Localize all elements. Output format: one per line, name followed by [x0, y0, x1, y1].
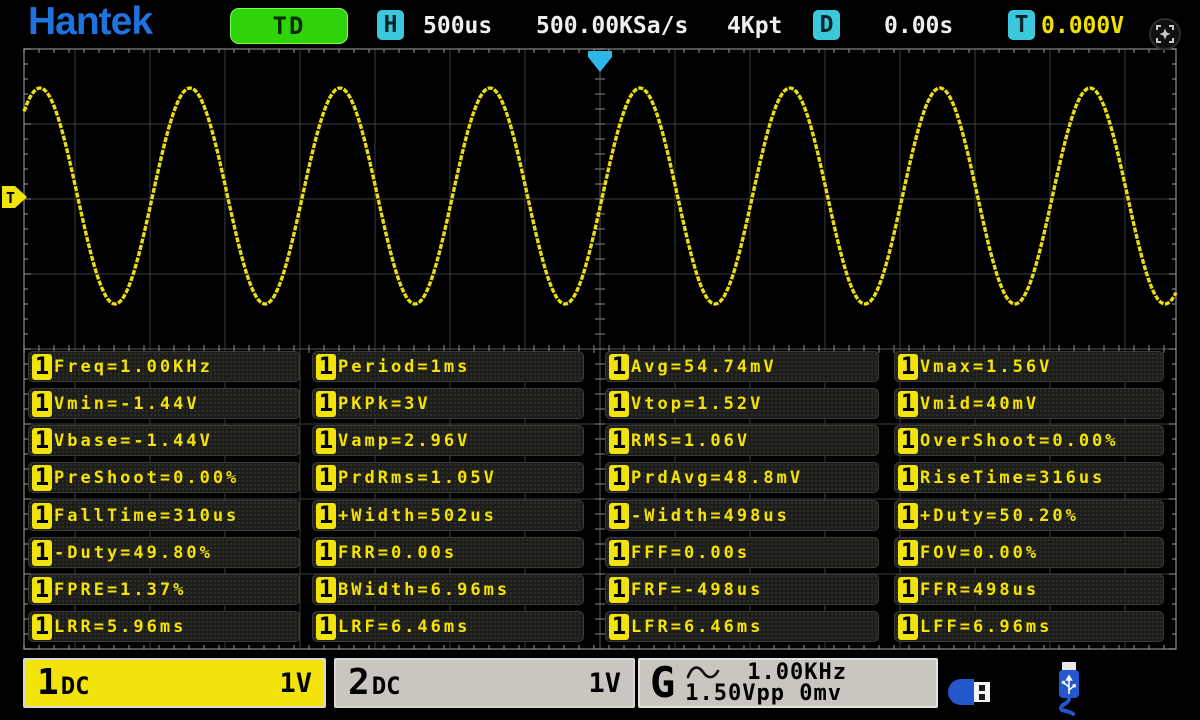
trigger-level-value: 0.000V — [1041, 13, 1124, 39]
trigger-icon: T — [1008, 10, 1035, 40]
horizontal-offset-value: 0.00s — [884, 13, 953, 39]
generator-box[interactable]: G 1.00KHz 1.50Vpp 0mv — [638, 658, 938, 708]
trigger-status-badge: TD — [230, 8, 348, 44]
generator-readout: 1.00KHz 1.50Vpp 0mv — [685, 662, 847, 704]
generator-amplitude: 1.50Vpp — [685, 681, 785, 706]
memory-depth-value: 4Kpt — [727, 13, 782, 39]
channel1-number: 1 — [37, 660, 59, 706]
usb-drive-icon — [944, 676, 996, 708]
trigger-position-marker[interactable] — [588, 51, 612, 72]
generator-frequency: 1.00KHz — [747, 662, 847, 683]
timebase-value: 500us — [423, 13, 492, 39]
sine-wave-icon — [685, 664, 721, 682]
trigger-marker-label: T — [6, 189, 15, 207]
delay-icon: D — [813, 10, 840, 40]
horizontal-icon: H — [377, 10, 404, 40]
sample-rate-value: 500.00KSa/s — [536, 13, 688, 39]
generator-label: G — [650, 661, 675, 705]
hantek-logo: Hantek — [28, 0, 152, 44]
expand-icon[interactable] — [1147, 16, 1183, 52]
channel2-box[interactable]: 2 DC 1V — [334, 658, 635, 708]
generator-amplitude-offset: 1.50Vpp 0mv — [685, 683, 847, 704]
scope-display: T — [0, 0, 1200, 720]
channel1-scale: 1V — [279, 668, 312, 699]
channel1-box[interactable]: 1 DC 1V — [23, 658, 326, 708]
bottom-bar: 1 DC 1V 2 DC 1V G 1.00KHz 1.50Vpp 0mv — [0, 652, 1200, 720]
usb-connector-icon — [1048, 660, 1090, 718]
top-status-bar: Hantek TD H 500us 500.00KSa/s 4Kpt D 0.0… — [0, 0, 1200, 50]
generator-offset: 0mv — [799, 681, 842, 706]
channel2-coupling: DC — [372, 666, 401, 700]
channel1-coupling: DC — [61, 666, 90, 700]
channel2-scale: 1V — [588, 668, 621, 699]
channel2-number: 2 — [348, 660, 370, 706]
